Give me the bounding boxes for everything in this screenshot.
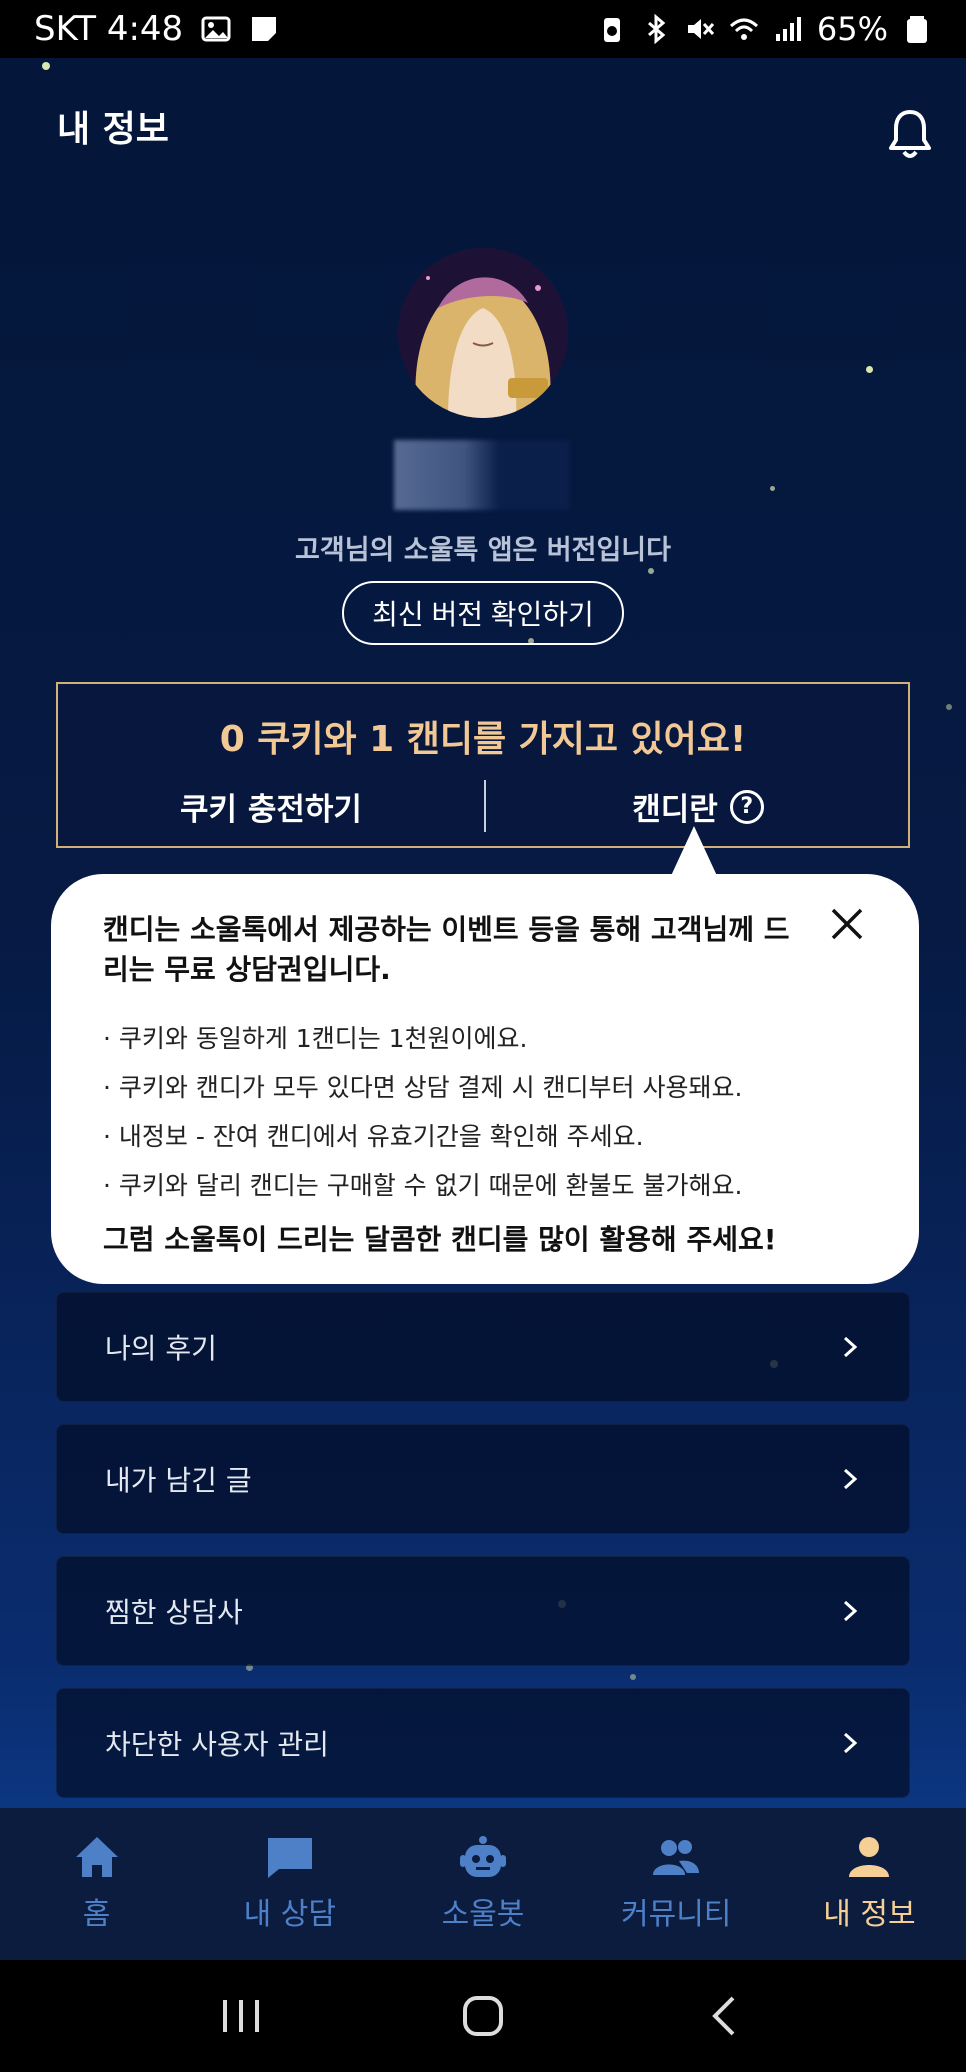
- chevron-right-icon: [843, 1336, 858, 1358]
- popover-list-item: · 쿠키와 캔디가 모두 있다면 상담 결제 시 캔디부터 사용돼요.: [103, 1073, 743, 1102]
- question-icon: ?: [729, 789, 764, 824]
- nav-tab-label: 커뮤니티: [621, 1897, 732, 1932]
- menu-item-favorite-counselors[interactable]: 찜한 상담사: [56, 1556, 910, 1666]
- star-decoration: [770, 486, 775, 491]
- people-icon: [653, 1840, 700, 1875]
- popover-list: · 쿠키와 동일하게 1캔디는 1천원이에요. · 쿠키와 캔디가 모두 있다면…: [103, 1014, 867, 1210]
- popover-arrow: [670, 826, 718, 878]
- star-decoration: [630, 1674, 636, 1680]
- battery-percent: 65%: [816, 10, 888, 48]
- menu-item-label: 차단한 사용자 관리: [105, 1728, 329, 1761]
- nav-tab-community[interactable]: 커뮤니티: [580, 1808, 773, 1960]
- wallet-summary-text: 0 쿠키와 1 캔디를 가지고 있어요!: [219, 719, 747, 760]
- nav-tab-label: 내 상담: [243, 1897, 336, 1932]
- cookie-charge-button[interactable]: 쿠키 충전하기: [58, 784, 484, 829]
- candy-info-popover: 캔디는 소울톡에서 제공하는 이벤트 등을 통해 고객님께 드리는 무료 상담권…: [51, 874, 919, 1284]
- popover-list-item: · 쿠키와 달리 캔디는 구매할 수 없기 때문에 환불도 불가해요.: [103, 1171, 743, 1200]
- avatar[interactable]: [398, 248, 568, 418]
- page-title: 내 정보: [57, 109, 169, 150]
- chevron-right-icon: [843, 1732, 858, 1754]
- nav-tab-soulbot[interactable]: 소울봇: [386, 1808, 579, 1960]
- battery-saver-icon: [603, 18, 620, 42]
- candy-info-label: 캔디란: [632, 792, 718, 828]
- menu-item-label: 내가 남긴 글: [105, 1464, 252, 1497]
- star-decoration: [648, 568, 654, 574]
- gallery-icon: [201, 16, 231, 42]
- status-bar: SKT 4:48 65%: [0, 0, 966, 58]
- menu-item-label: 찜한 상담사: [105, 1596, 243, 1629]
- nav-tab-label: 홈: [82, 1897, 111, 1932]
- person-icon: [849, 1837, 890, 1877]
- chevron-right-icon: [843, 1600, 858, 1622]
- nav-tab-my-consultation[interactable]: 내 상담: [193, 1808, 386, 1960]
- home-button-icon[interactable]: [461, 1994, 505, 2038]
- back-icon[interactable]: [703, 1994, 747, 2038]
- app-version-text: 고객님의 소울톡 앱은 버전입니다: [295, 535, 671, 566]
- note-icon: [252, 17, 277, 41]
- bell-icon[interactable]: [888, 108, 932, 160]
- popover-heading: 캔디는 소울톡에서 제공하는 이벤트 등을 통해 고객님께 드리는 무료 상담권…: [103, 913, 790, 986]
- menu-item-label: 나의 후기: [105, 1332, 217, 1365]
- recent-apps-icon[interactable]: [219, 1996, 263, 2036]
- star-decoration: [866, 366, 873, 373]
- menu-item-my-reviews[interactable]: 나의 후기: [56, 1292, 910, 1402]
- nav-tab-my-info[interactable]: 내 정보: [773, 1808, 966, 1960]
- mute-icon: [687, 19, 714, 39]
- username-blurred: [394, 440, 570, 510]
- popover-list-item: · 내정보 - 잔여 캔디에서 유효기간을 확인해 주세요.: [103, 1122, 644, 1151]
- chevron-right-icon: [843, 1468, 858, 1490]
- chat-icon: [267, 1838, 312, 1878]
- close-icon[interactable]: [829, 906, 865, 942]
- star-decoration: [946, 704, 952, 710]
- my-info-screen: SKT 4:48 65% 내 정보 고객님의 소울톡 앱은 버전입니다 최신 버…: [0, 0, 966, 2072]
- menu-item-blocked-users[interactable]: 차단한 사용자 관리: [56, 1688, 910, 1798]
- nav-tab-label: 소울봇: [441, 1897, 525, 1932]
- carrier-time: SKT 4:48: [34, 9, 184, 49]
- popover-footer: 그럼 소울톡이 드리는 달콤한 캔디를 많이 활용해 주세요!: [103, 1223, 777, 1256]
- robot-icon: [460, 1836, 506, 1877]
- bluetooth-icon: [647, 14, 666, 44]
- star-decoration: [42, 62, 50, 70]
- nav-tab-label: 내 정보: [823, 1897, 916, 1932]
- check-latest-version-button[interactable]: 최신 버전 확인하기: [342, 581, 624, 645]
- system-navigation-bar: [0, 1960, 966, 2072]
- home-icon: [75, 1837, 118, 1877]
- popover-list-item: · 쿠키와 동일하게 1캔디는 1천원이에요.: [103, 1024, 528, 1053]
- signal-icon: [775, 17, 801, 41]
- bottom-navigation: 홈 내 상담 소울봇 커뮤니티 내 정보: [0, 1808, 966, 1960]
- candy-info-button[interactable]: 캔디란 ?: [486, 784, 910, 829]
- battery-icon: [907, 16, 927, 43]
- avatar-illustration: [398, 248, 568, 418]
- nav-tab-home[interactable]: 홈: [0, 1808, 193, 1960]
- wifi-icon: [729, 18, 758, 40]
- menu-item-my-posts[interactable]: 내가 남긴 글: [56, 1424, 910, 1534]
- wallet-summary-box: 0 쿠키와 1 캔디를 가지고 있어요! 쿠키 충전하기 캔디란 ?: [56, 682, 910, 848]
